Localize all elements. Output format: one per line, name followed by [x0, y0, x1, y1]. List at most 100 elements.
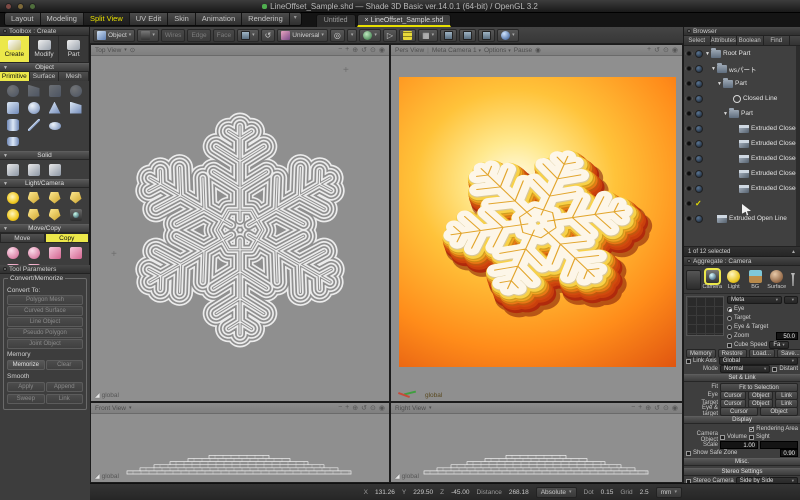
tab-animation[interactable]: Animation	[196, 13, 242, 25]
options-dropdown[interactable]: Options ▾	[484, 47, 511, 54]
safe-zone-checkbox[interactable]	[686, 451, 691, 456]
create-mode-button[interactable]: Create	[0, 36, 30, 62]
tab-rendering[interactable]: Rendering	[242, 13, 290, 25]
move-button[interactable]: Move	[0, 233, 45, 243]
solid-section-header[interactable]: ▼Solid	[0, 151, 89, 160]
camera-select-dropdown[interactable]: Meta Camera 1 ▾	[432, 47, 481, 54]
universal-manipulator-dropdown[interactable]: Universal▾	[277, 29, 328, 42]
sweep-button[interactable]: Sweep	[7, 394, 45, 404]
select-ball-icon[interactable]	[695, 125, 703, 133]
select-ball-icon[interactable]	[695, 80, 703, 88]
point-light-button[interactable]	[2, 189, 23, 206]
convert-joint-object-button[interactable]: Joint Object	[7, 339, 83, 349]
sphere-tool-button[interactable]	[23, 99, 44, 116]
display-section[interactable]: Display	[684, 416, 800, 424]
top-viewport[interactable]: Top View ▾ ⊙ − + ⊕ ↺ ⊙ ◉ + + ◢global	[90, 44, 390, 402]
pie-tool-button[interactable]	[23, 82, 44, 99]
tab-modeling[interactable]: Modeling	[41, 13, 84, 25]
scale-tool-button[interactable]	[44, 244, 65, 261]
magnify-icon[interactable]: ⊙	[370, 46, 376, 54]
grid-snap-button[interactable]	[399, 29, 416, 42]
misc-section[interactable]: Misc.	[684, 458, 800, 466]
select-ball-icon[interactable]	[695, 170, 703, 178]
orbit-icon[interactable]: ↺	[361, 404, 367, 412]
scale-field-2[interactable]	[760, 441, 798, 449]
zoom-tool-icon[interactable]: ⊕	[352, 46, 358, 54]
rotate-view-button[interactable]: ↺	[261, 29, 276, 42]
scale-field[interactable]: 1.00	[720, 441, 758, 449]
front-view-label[interactable]: Front View	[95, 405, 126, 412]
panel-collapse-icon[interactable]	[687, 259, 691, 263]
eye-icon[interactable]	[685, 216, 693, 221]
pointer-mode-button[interactable]: ▷	[383, 29, 397, 42]
front-viewport[interactable]: Front View ▾ − + ⊕ ↺ ⊙ ◉ ◢global	[90, 402, 390, 483]
eye-icon[interactable]	[685, 81, 693, 86]
tree-row[interactable]: Extruded Closed	[684, 151, 800, 166]
magnify-icon[interactable]: ⊙	[663, 46, 669, 54]
convert-curved-surface-button[interactable]: Curved Surface	[7, 306, 83, 316]
zoom-in-icon[interactable]: +	[345, 404, 349, 412]
part-mode-button[interactable]: Part	[59, 36, 89, 62]
tab-uv-edit[interactable]: UV Edit	[130, 13, 168, 25]
view-options-icon[interactable]: ◉	[379, 404, 385, 412]
eye-icon[interactable]	[685, 126, 693, 131]
tree-row[interactable]: ▼ wsパート	[684, 61, 800, 76]
camera-tool-button[interactable]	[65, 206, 86, 223]
wrench-icon[interactable]	[788, 273, 798, 286]
face-button[interactable]: Face	[213, 29, 235, 42]
stereo-mode-dropdown[interactable]: Side by Side▾	[736, 477, 798, 483]
eye-icon[interactable]	[685, 141, 693, 146]
zoom-radio[interactable]	[727, 334, 732, 339]
collapse-icon[interactable]: ▲	[791, 249, 796, 255]
eye-icon[interactable]	[685, 51, 693, 56]
target-radio[interactable]	[727, 316, 732, 321]
browser-tab-select[interactable]: Select	[684, 36, 711, 45]
workspace-more-icon[interactable]: ▾	[290, 13, 301, 25]
zoom-in-icon[interactable]: +	[638, 404, 642, 412]
eye-radio[interactable]	[727, 307, 732, 312]
tree-row[interactable]: Extruded Closed	[684, 166, 800, 181]
pers-viewport[interactable]: Pers View | Meta Camera 1 ▾ Options ▾ Pa…	[390, 44, 683, 402]
edge-button[interactable]: Edge	[187, 29, 210, 42]
panel-collapse-icon[interactable]	[687, 29, 691, 33]
tree-row[interactable]: ▼ Part	[684, 76, 800, 91]
unit-dropdown[interactable]: mm▾	[656, 487, 682, 498]
target-button[interactable]: ◎	[330, 29, 345, 42]
marquee-select-dropdown[interactable]: ▾	[237, 29, 259, 42]
stereo-camera-checkbox[interactable]	[686, 479, 691, 484]
tab-layout[interactable]: Layout	[5, 13, 41, 25]
select-ball-icon[interactable]	[695, 95, 703, 103]
light-camera-section-header[interactable]: ▼Light/Camera	[0, 179, 89, 188]
memorize-button[interactable]: Memorize	[7, 360, 45, 370]
zoom-in-icon[interactable]: +	[345, 46, 349, 54]
linear-light-button[interactable]	[23, 206, 44, 223]
grid-options-dropdown[interactable]: ▦▾	[418, 29, 438, 42]
cube-tool-button[interactable]	[2, 99, 23, 116]
view-options-icon[interactable]: ◉	[672, 46, 678, 54]
eye-icon[interactable]	[685, 186, 693, 191]
object-section-header[interactable]: ▼Object	[0, 63, 89, 72]
rendering-area-checkbox[interactable]	[749, 427, 754, 432]
safe-zone-field[interactable]: 0.90	[780, 449, 798, 457]
panel-collapse-icon[interactable]	[3, 29, 7, 33]
convert-polygon-mesh-button[interactable]: Polygon Mesh	[7, 295, 83, 305]
smooth-apply-button[interactable]: Apply	[7, 382, 45, 392]
tree-row[interactable]: Extruded Closed	[684, 121, 800, 136]
link-axis-checkbox[interactable]	[686, 359, 691, 364]
eyetarget-cursor-button[interactable]: Cursor	[720, 407, 758, 416]
vehicle-display-button[interactable]	[459, 29, 476, 42]
open-box-tool-button[interactable]	[2, 161, 23, 178]
tree-row[interactable]: Extruded Closed	[684, 181, 800, 196]
world-dropdown[interactable]: ▾	[359, 29, 381, 42]
right-view-label[interactable]: Right View	[395, 405, 426, 412]
doc-tab-lineoffset[interactable]: ×LineOffset_Sample.shd	[357, 14, 452, 27]
magnify-icon[interactable]: ⊙	[663, 404, 669, 412]
surface-tab[interactable]: Surface	[30, 72, 60, 81]
magnify-icon[interactable]: ⊙	[370, 404, 376, 412]
top-view-label[interactable]: Top View	[95, 47, 121, 54]
view-options-icon[interactable]: ◉	[672, 404, 678, 412]
ambient-light-button[interactable]	[2, 206, 23, 223]
rect-tool-button[interactable]	[44, 82, 65, 99]
keyboard-display-button[interactable]	[478, 29, 495, 42]
camera-view-dropdown[interactable]: ▾	[137, 29, 159, 42]
